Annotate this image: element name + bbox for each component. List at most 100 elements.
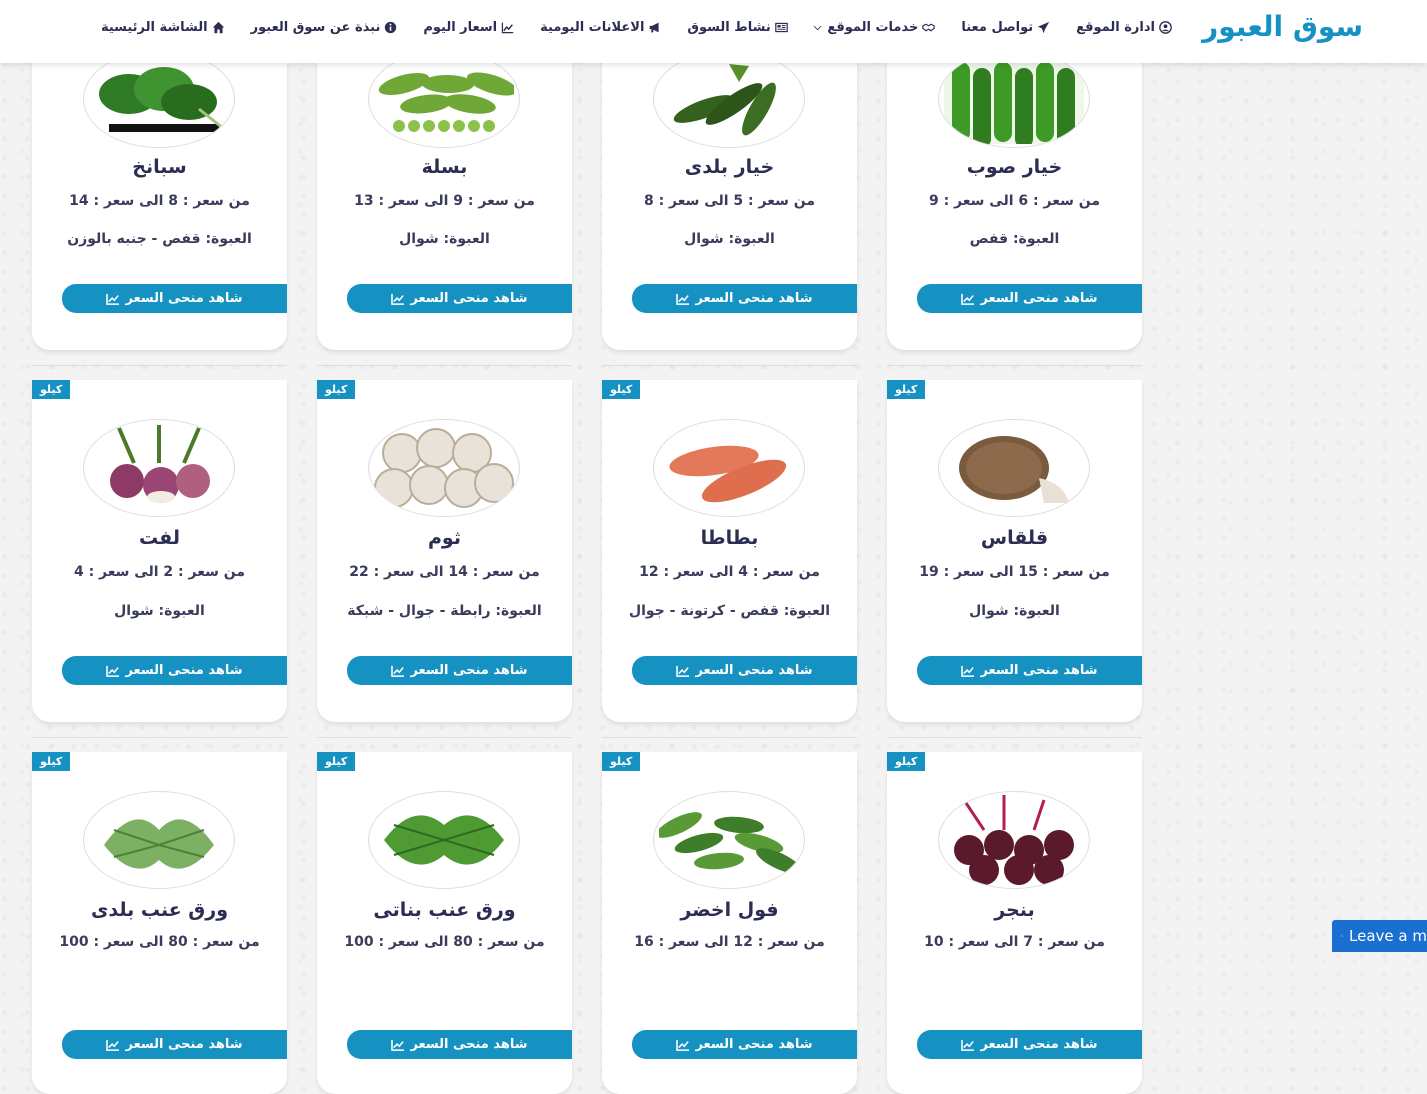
megaphone-icon: [650, 22, 659, 33]
nav-item-ads[interactable]: الاعلانات اليومية: [540, 20, 661, 35]
handshake-icon: [922, 23, 936, 32]
product-name: لفت: [139, 527, 180, 549]
site-logo[interactable]: سوق العبور: [1202, 10, 1363, 43]
vine-leaves-local-image-art: [89, 795, 229, 885]
taro-image: [938, 419, 1090, 517]
unit-badge: كيلو: [887, 380, 926, 399]
price-chart-button-label: شاهد منحى السعر: [410, 291, 528, 306]
price-range: من سعر : 9 الى سعر : 13: [354, 193, 535, 209]
row-divider: [317, 737, 572, 738]
product-card: كيلو بنجر من سعر : 7 الى سعر : 10 شاهد منحى…: [887, 752, 1142, 1094]
turnip-image: [83, 419, 235, 517]
unit-badge: كيلو: [602, 752, 641, 771]
product-name: قلقاس: [980, 527, 1049, 549]
chart-line-icon: [106, 665, 120, 677]
spinach-image: [83, 50, 235, 148]
price-chart-button[interactable]: شاهد منحى السعر: [632, 656, 857, 685]
user-circle-icon: [1159, 21, 1172, 34]
nav-item-admin[interactable]: ادارة الموقع: [1076, 20, 1172, 35]
unit-badge: كيلو: [317, 752, 356, 771]
price-chart-button-label: شاهد منحى السعر: [410, 1037, 528, 1052]
price-chart-button[interactable]: شاهد منحى السعر: [632, 1030, 857, 1059]
price-range: من سعر : 14 الى سعر : 22: [349, 564, 540, 580]
price-chart-button-label: شاهد منحى السعر: [125, 1037, 243, 1052]
chart-line-icon: [676, 665, 690, 677]
price-chart-button[interactable]: شاهد منحى السعر: [632, 284, 857, 313]
product-name: خيار صوب: [966, 156, 1063, 178]
price-chart-button[interactable]: شاهد منحى السعر: [917, 656, 1142, 685]
main-nav: الشاشة الرئيسية نبذة عن سوق العبور اسعار…: [101, 20, 1172, 35]
price-chart-button[interactable]: شاهد منحى السعر: [917, 284, 1142, 313]
row-divider: [887, 737, 1142, 738]
price-chart-button-label: شاهد منحى السعر: [695, 1037, 813, 1052]
price-chart-button[interactable]: شاهد منحى السعر: [62, 1030, 287, 1059]
unit-badge: كيلو: [887, 752, 926, 771]
nav-item-services[interactable]: خدمات الموقع ⌵: [814, 20, 936, 35]
nav-item-about[interactable]: نبذة عن سوق العبور: [251, 20, 398, 35]
beetroot-image: [938, 791, 1090, 889]
nav-item-home[interactable]: الشاشة الرئيسية: [101, 20, 225, 35]
price-chart-button[interactable]: شاهد منحى السعر: [917, 1030, 1142, 1059]
chevron-down-icon: ⌵: [813, 22, 822, 33]
price-chart-button-label: شاهد منحى السعر: [980, 1037, 1098, 1052]
nav-item-contact[interactable]: تواصل معنا: [961, 20, 1050, 35]
product-card: كيلو ثوم من سعر : 14 الى سعر : 22 العبوة: ر…: [317, 380, 572, 722]
sweet-potato-image-art: [659, 423, 799, 513]
taro-image-art: [944, 423, 1084, 513]
price-chart-button[interactable]: شاهد منحى السعر: [62, 284, 287, 313]
price-chart-button[interactable]: شاهد منحى السعر: [347, 1030, 572, 1059]
product-name: ثوم: [428, 527, 461, 549]
unit-badge: كيلو: [317, 380, 356, 399]
price-chart-button-label: شاهد منحى السعر: [695, 663, 813, 678]
vine-leaves-local-image: [83, 791, 235, 889]
chart-line-icon: [961, 665, 975, 677]
product-card: كيلو بطاطا من سعر : 4 الى سعر : 12 العبوة: …: [602, 380, 857, 722]
row-divider: [602, 737, 857, 738]
row-divider: [317, 365, 572, 366]
price-range: من سعر : 15 الى سعر : 19: [919, 564, 1110, 580]
top-navbar: سوق العبور الشاشة الرئيسية نبذة عن سوق ا…: [0, 0, 1427, 63]
price-range: من سعر : 6 الى سعر : 9: [928, 193, 1101, 209]
chart-line-icon: [391, 293, 405, 305]
price-range: من سعر : 4 الى سعر : 12: [639, 564, 820, 580]
beetroot-image-art: [944, 795, 1084, 885]
vine-leaves-image-art: [374, 795, 514, 885]
cucumber-local-image: [653, 50, 805, 148]
row-divider: [887, 365, 1142, 366]
nav-item-market-activity[interactable]: نشاط السوق: [687, 20, 788, 35]
price-chart-button-label: شاهد منحى السعر: [125, 663, 243, 678]
price-chart-button-label: شاهد منحى السعر: [980, 663, 1098, 678]
price-chart-button[interactable]: شاهد منحى السعر: [347, 284, 572, 313]
info-icon: [385, 21, 397, 34]
home-icon: [212, 21, 224, 34]
cucumber-greenhouse-image: [938, 50, 1090, 148]
nav-item-prices[interactable]: اسعار اليوم: [423, 20, 514, 35]
chart-line-icon: [676, 1039, 690, 1051]
product-name: خيار بلدى: [684, 156, 775, 178]
unit-badge: كيلو: [32, 752, 71, 771]
price-range: من سعر : 2 الى سعر : 4: [73, 564, 246, 580]
peas-image-art: [374, 54, 514, 144]
leave-message-button[interactable]: Leave a m: [1332, 920, 1427, 952]
product-card: كيلو ورق عنب بناتى من سعر : 80 الى سعر : 1…: [317, 752, 572, 1094]
price-chart-button-label: شاهد منحى السعر: [125, 291, 243, 306]
price-chart-button[interactable]: شاهد منحى السعر: [347, 656, 572, 685]
price-chart-button[interactable]: شاهد منحى السعر: [62, 656, 287, 685]
row-divider: [602, 365, 857, 366]
product-card: كيلو ورق عنب بلدى من سعر : 80 الى سعر : 10…: [32, 752, 287, 1094]
packaging: العبوة: قفص - كرتونة - جوال: [628, 603, 831, 619]
product-name: سبانخ: [132, 156, 187, 178]
chart-line-icon: [961, 293, 975, 305]
packaging: العبوة: شوال: [684, 231, 775, 247]
product-name: بطاطا: [700, 527, 759, 549]
garlic-image-art: [374, 423, 514, 513]
price-range: من سعر : 7 الى سعر : 10: [924, 934, 1105, 950]
row-divider: [32, 737, 287, 738]
chart-icon: [501, 22, 514, 34]
chart-line-icon: [961, 1039, 975, 1051]
packaging: العبوة: قفص: [969, 231, 1060, 247]
chart-line-icon: [391, 1039, 405, 1051]
peas-image: [368, 50, 520, 148]
sweet-potato-image: [653, 419, 805, 517]
product-name: فول اخضر: [680, 899, 779, 921]
